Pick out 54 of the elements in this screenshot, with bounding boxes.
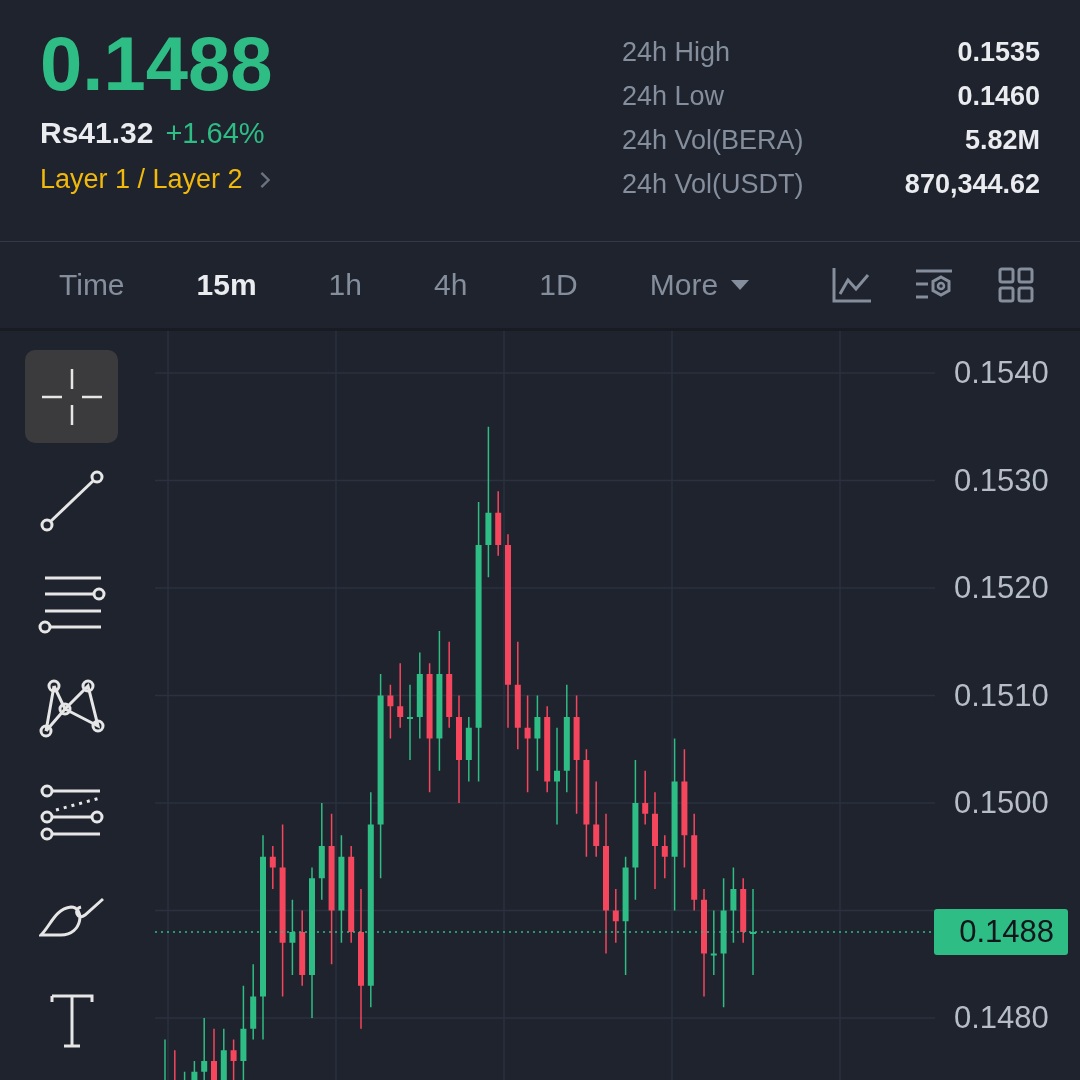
candlestick (661, 834, 668, 879)
price-axis-label: 0.1530 (954, 461, 1049, 500)
interval-tab[interactable]: More (628, 260, 772, 310)
interval-tab[interactable]: 15m (175, 260, 278, 310)
stat-value: 0.1535 (956, 36, 1040, 69)
category-link[interactable]: Layer 1 / Layer 2 (40, 164, 243, 195)
candlestick (164, 1038, 166, 1080)
stat-label: 24h Vol(USDT) (622, 168, 805, 201)
price-axis-label: 0.1540 (954, 354, 1049, 392)
crosshair-icon (39, 366, 104, 427)
stat-label: 24h Vol(BERA) (622, 124, 805, 157)
candlestick (174, 1049, 176, 1080)
horizontal-lines-icon (37, 575, 106, 634)
chart-line-icon[interactable] (832, 267, 872, 303)
trend-line-icon (39, 469, 104, 532)
candlestick (220, 1028, 227, 1080)
price-axis-label: 0.1480 (954, 999, 1049, 1037)
candlestick (495, 490, 502, 557)
grid-icon[interactable] (996, 267, 1036, 303)
brush-icon (38, 896, 105, 937)
candlestick (642, 770, 649, 826)
stat-value: 5.82M (963, 124, 1040, 157)
pattern-nodes-icon (38, 679, 105, 738)
candlestick (201, 1017, 208, 1080)
price-axis-label: 0.1500 (954, 784, 1049, 822)
interval-tab[interactable]: 4h (413, 260, 489, 310)
stat-label: 24h Low (622, 80, 726, 113)
last-price: 0.1488 (40, 24, 273, 104)
interval-tab[interactable]: 1D (518, 260, 599, 310)
last-price-tag: 0.1488 (934, 909, 1068, 955)
candlestick (269, 845, 276, 890)
price-axis-label: 0.1520 (954, 569, 1049, 607)
candlestick (230, 1038, 237, 1080)
caret-icon (730, 279, 751, 291)
parallel-channel-icon (39, 784, 104, 841)
interval-tab[interactable]: 1h (307, 260, 383, 310)
local-price: Rs41.32 (40, 116, 154, 150)
candlestick (211, 1028, 217, 1080)
text-tool-icon (49, 993, 94, 1048)
price-axis-label: 0.1510 (954, 676, 1049, 715)
interval-tab[interactable]: Time (38, 260, 146, 310)
candlestick (183, 1071, 186, 1080)
price-change: +1.64% (165, 117, 265, 150)
stat-label: 24h High (622, 36, 732, 69)
chevron-right-icon[interactable] (258, 169, 271, 190)
candlestick (612, 888, 619, 944)
candlestick (191, 1060, 198, 1080)
stat-value: 0.1460 (956, 80, 1040, 113)
candlestick (387, 684, 394, 740)
candlestick (710, 909, 717, 976)
stat-value: 870,344.62 (903, 168, 1040, 201)
candlestick (397, 662, 404, 729)
candlestick (740, 877, 747, 944)
candlestick (465, 716, 472, 783)
